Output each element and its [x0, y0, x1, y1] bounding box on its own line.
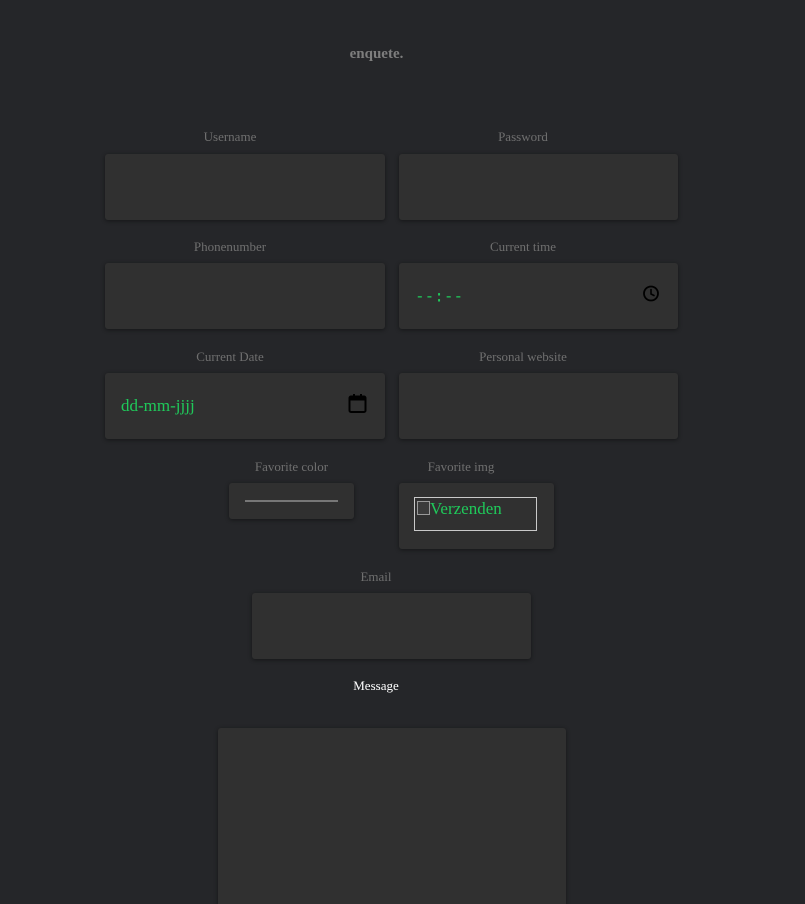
img-field: Verzenden [399, 483, 554, 549]
message-label: Message [353, 678, 399, 693]
time-label: Current time [489, 239, 557, 254]
date-input[interactable]: dd-mm-jjjj [105, 373, 385, 439]
password-input[interactable] [399, 154, 678, 220]
email-input[interactable] [252, 593, 531, 659]
enquete-form: enquete. Username Password Phonenumber C… [0, 0, 805, 904]
password-label: Password [498, 129, 548, 144]
message-textarea[interactable] [218, 728, 566, 904]
img-label: Favorite img [427, 459, 495, 474]
date-label: Current Date [196, 349, 264, 364]
email-label: Email [360, 569, 392, 584]
website-input[interactable] [399, 373, 678, 439]
username-input[interactable] [105, 154, 385, 220]
clock-icon[interactable] [642, 285, 660, 308]
broken-image-icon [417, 501, 430, 515]
time-input[interactable]: --:-- [399, 263, 678, 329]
submit-image-button[interactable]: Verzenden [414, 497, 537, 531]
username-label: Username [203, 129, 257, 144]
website-label: Personal website [479, 349, 567, 364]
submit-image-alt: Verzenden [430, 499, 502, 518]
color-label: Favorite color [254, 459, 329, 474]
date-placeholder: dd-mm-jjjj [121, 396, 195, 415]
time-placeholder: --:-- [415, 286, 464, 306]
phone-label: Phonenumber [193, 239, 267, 254]
form-title: enquete. [349, 46, 404, 62]
color-swatch [245, 500, 338, 502]
phone-input[interactable] [105, 263, 385, 329]
color-picker[interactable] [229, 483, 354, 519]
calendar-icon[interactable] [348, 394, 367, 419]
